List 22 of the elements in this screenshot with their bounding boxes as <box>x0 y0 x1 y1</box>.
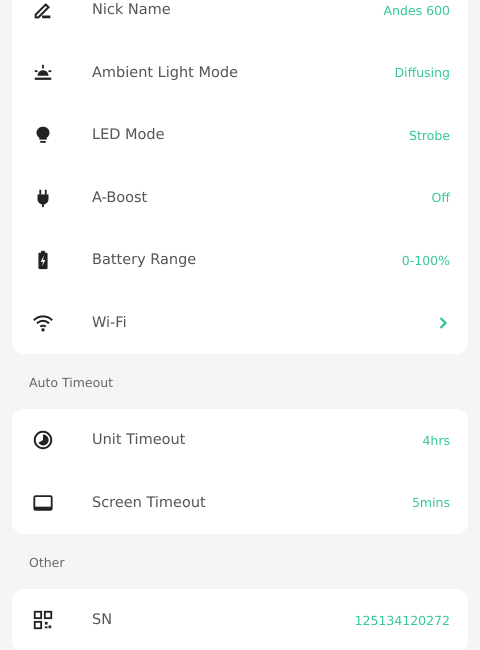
setting-label: Ambient Light Mode <box>92 64 239 81</box>
setting-label: Wi-Fi <box>92 314 128 331</box>
setting-label: A-Boost <box>92 190 148 206</box>
setting-label: Nick Name <box>92 2 172 18</box>
setting-value[interactable]: 0-100% <box>402 252 450 268</box>
setting-value[interactable]: Andes 600 <box>384 2 450 18</box>
setting-value[interactable]: Diffusing <box>394 65 450 80</box>
setting-label: Battery Range <box>92 252 198 268</box>
setting-label: LED Mode <box>92 127 166 144</box>
setting-value[interactable]: Strobe <box>409 128 450 143</box>
section-title: Other <box>28 554 66 572</box>
setting-value[interactable]: Off <box>432 190 450 206</box>
clock-icon <box>32 429 54 452</box>
section-title: Auto Timeout <box>28 374 114 392</box>
setting-label: Screen Timeout <box>92 494 207 511</box>
setting-label: Unit Timeout <box>92 432 186 448</box>
chevron-icon[interactable] <box>438 316 448 330</box>
setting-value[interactable]: 125134120272 <box>354 612 450 628</box>
setting-label: SN <box>92 612 114 628</box>
setting-value[interactable]: 5mins <box>412 495 450 510</box>
setting-value[interactable]: 4hrs <box>422 432 450 448</box>
qr-code-icon <box>32 609 54 632</box>
